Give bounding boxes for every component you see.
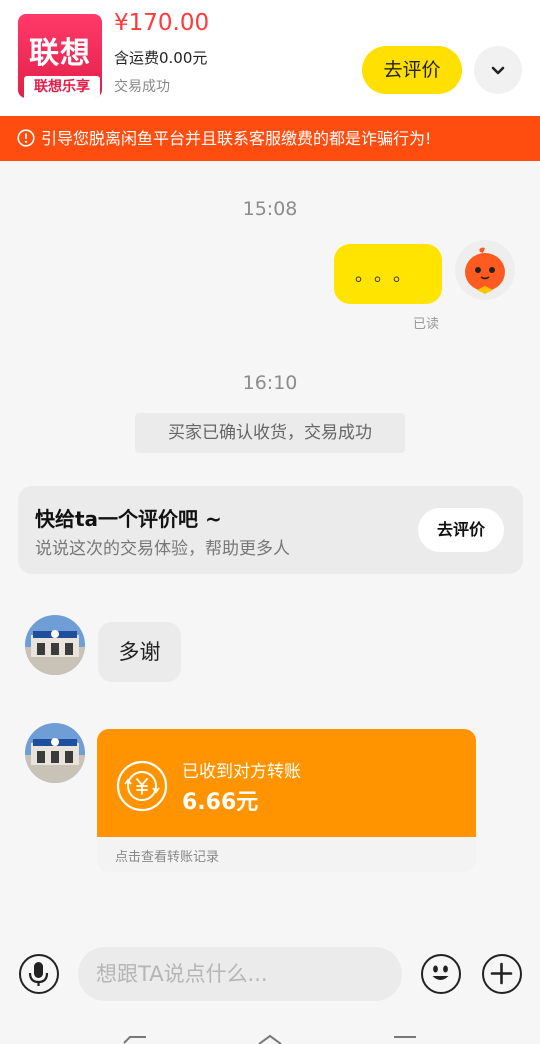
expand-button[interactable] xyxy=(474,46,522,94)
emoji-button[interactable] xyxy=(421,954,461,994)
my-avatar[interactable] xyxy=(455,240,515,300)
exclamation-circle-icon xyxy=(17,129,35,147)
voice-button[interactable] xyxy=(19,954,59,994)
transfer-label: 已收到对方转账 xyxy=(182,762,301,782)
other-user-avatar[interactable] xyxy=(25,723,85,783)
product-thumbnail[interactable]: 联想 联想乐享 xyxy=(18,14,102,98)
product-price: ¥170.00 xyxy=(114,10,210,36)
warning-text: 引导您脱离闲鱼平台并且联系客服缴费的都是诈骗行为! xyxy=(41,129,432,148)
fish-mascot-icon xyxy=(465,247,505,294)
chevron-down-icon xyxy=(491,66,505,75)
back-nav-icon[interactable] xyxy=(120,1034,150,1044)
transfer-card-body: 已收到对方转账 6.66元 xyxy=(97,729,476,837)
my-message-text: 。。。 xyxy=(355,265,421,286)
transfer-record-link[interactable]: 点击查看转账记录 xyxy=(115,846,219,865)
timestamp: 16:10 xyxy=(242,372,298,394)
timestamp: 15:08 xyxy=(242,198,298,220)
plus-icon xyxy=(490,962,513,985)
product-logo-subtext: 联想乐享 xyxy=(24,76,100,98)
read-receipt: 已读 xyxy=(413,317,440,332)
message-input[interactable] xyxy=(78,947,402,1001)
smiley-icon xyxy=(432,965,449,980)
review-card-button[interactable]: 去评价 xyxy=(418,508,504,552)
more-button[interactable] xyxy=(482,954,522,994)
fraud-warning-banner: 引导您脱离闲鱼平台并且联系客服缴费的都是诈骗行为! xyxy=(0,116,540,161)
microphone-icon xyxy=(28,962,49,986)
recents-nav-icon[interactable] xyxy=(390,1034,420,1044)
chat-screen: 联想 联想乐享 ¥170.00 含运费0.00元 交易成功 去评价 引导您脱离闲… xyxy=(0,0,540,1044)
product-header: 联想 联想乐享 ¥170.00 含运费0.00元 交易成功 去评价 xyxy=(0,0,540,116)
review-card-title: 快给ta一个评价吧 ~ xyxy=(35,507,222,531)
storefront-photo-icon xyxy=(25,723,85,783)
review-button[interactable]: 去评价 xyxy=(362,46,462,94)
system-message: 买家已确认收货，交易成功 xyxy=(135,413,405,453)
review-card-subtitle: 说说这次的交易体验，帮助更多人 xyxy=(35,539,290,559)
storefront-photo-icon xyxy=(25,615,85,675)
transfer-amount: 6.66元 xyxy=(182,790,259,815)
shipping-fee: 含运费0.00元 xyxy=(114,49,208,67)
other-message-bubble[interactable]: 多谢 xyxy=(98,622,181,682)
other-user-avatar[interactable] xyxy=(25,615,85,675)
home-nav-icon[interactable] xyxy=(255,1034,285,1044)
yuan-exchange-icon xyxy=(116,760,168,812)
review-prompt-card: 快给ta一个评价吧 ~ 说说这次的交易体验，帮助更多人 去评价 xyxy=(18,486,523,574)
product-logo-text: 联想 xyxy=(29,36,91,71)
deal-status: 交易成功 xyxy=(114,79,170,95)
input-bar xyxy=(0,930,540,1044)
my-message-bubble[interactable]: 。。。 xyxy=(334,244,442,304)
transfer-card[interactable]: 已收到对方转账 6.66元 点击查看转账记录 xyxy=(97,729,476,872)
